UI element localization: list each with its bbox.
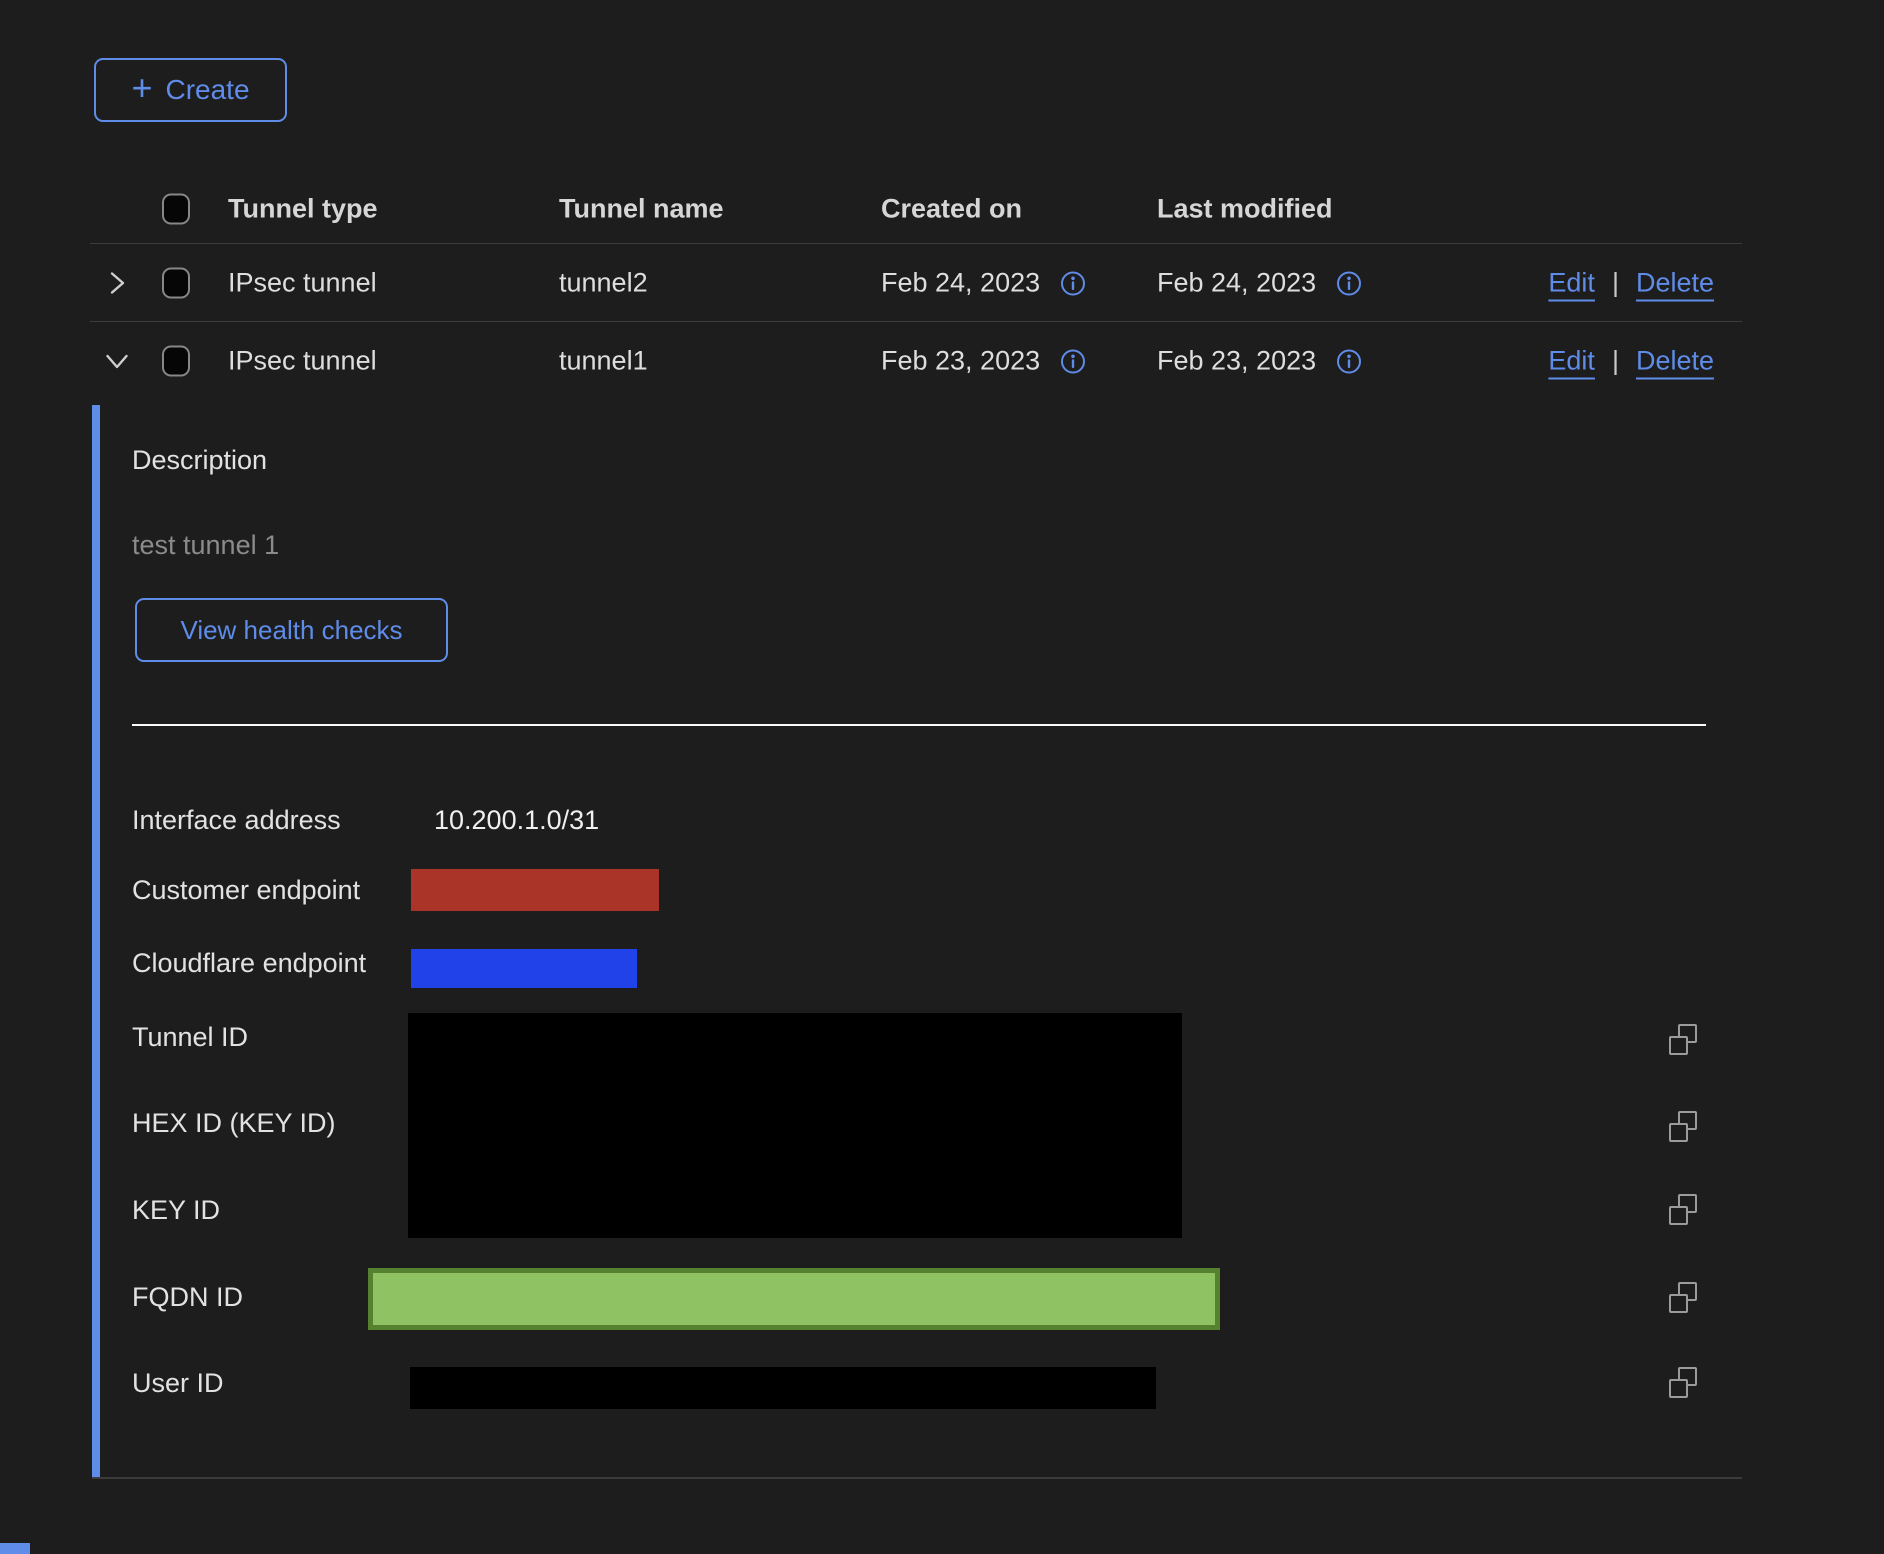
tunnels-page: + Create Tunnel type Tunnel name Created… [0,0,1884,1554]
created-on-value: Feb 23, 2023 [881,346,1040,377]
table-row-tunnel1: IPsec tunnel tunnel1 Feb 23, 2023 Feb 23… [90,322,1742,400]
header-last-modified: Last modified [1157,193,1333,224]
interface-address-value: 10.200.1.0/31 [434,803,599,837]
table-bottom-divider [92,1477,1742,1479]
copy-icon[interactable] [1666,1366,1700,1400]
copy-icon[interactable] [1666,1193,1700,1227]
copy-icon[interactable] [1666,1023,1700,1057]
view-health-checks-button[interactable]: View health checks [135,598,448,662]
created-on-value: Feb 24, 2023 [881,268,1040,299]
table-row-tunnel2: IPsec tunnel tunnel2 Feb 24, 2023 Feb 24… [90,245,1742,322]
edit-link[interactable]: Edit [1548,346,1595,377]
tunnel-id-label: Tunnel ID [132,1020,248,1054]
expanded-row-accent-bar [92,405,100,1478]
section-divider [132,724,1706,726]
create-button[interactable]: + Create [94,58,287,122]
last-modified-value: Feb 24, 2023 [1157,268,1316,299]
info-icon[interactable] [1060,270,1086,296]
edit-link[interactable]: Edit [1548,268,1595,299]
key-id-label: KEY ID [132,1193,220,1227]
bottom-left-accent [0,1543,30,1554]
user-id-label: User ID [132,1366,224,1400]
action-separator: | [1612,346,1619,377]
info-icon[interactable] [1336,348,1362,374]
description-value: test tunnel 1 [132,528,279,562]
row-checkbox[interactable] [162,346,190,377]
chevron-right-icon[interactable] [104,270,130,296]
customer-endpoint-label: Customer endpoint [132,873,360,907]
copy-icon[interactable] [1666,1281,1700,1315]
cloudflare-endpoint-redaction [411,949,637,988]
select-all-checkbox[interactable] [162,193,190,224]
copy-icon[interactable] [1666,1110,1700,1144]
create-button-label: Create [165,74,249,106]
tunnel-name-value: tunnel2 [559,268,648,299]
tunnel-type-value: IPsec tunnel [228,268,377,299]
chevron-down-icon[interactable] [104,348,130,374]
tunnel-type-value: IPsec tunnel [228,346,377,377]
delete-link[interactable]: Delete [1636,268,1714,299]
info-icon[interactable] [1336,270,1362,296]
fqdn-id-redaction [368,1268,1220,1330]
header-tunnel-type: Tunnel type [228,193,378,224]
row-checkbox[interactable] [162,268,190,299]
header-created-on: Created on [881,193,1022,224]
table-header-row: Tunnel type Tunnel name Created on Last … [90,174,1742,244]
cloudflare-endpoint-label: Cloudflare endpoint [132,946,366,980]
info-icon[interactable] [1060,348,1086,374]
delete-link[interactable]: Delete [1636,346,1714,377]
last-modified-value: Feb 23, 2023 [1157,346,1316,377]
tunnel-name-value: tunnel1 [559,346,648,377]
user-id-redaction [410,1367,1156,1409]
customer-endpoint-redaction [411,869,659,911]
interface-address-label: Interface address [132,803,341,837]
plus-icon: + [131,70,152,106]
fqdn-id-label: FQDN ID [132,1280,243,1314]
description-label: Description [132,443,267,477]
tunnel-detail-panel: Description test tunnel 1 View health ch… [90,400,1742,1478]
action-separator: | [1612,268,1619,299]
header-tunnel-name: Tunnel name [559,193,724,224]
ids-redaction-block [408,1013,1182,1238]
hex-id-label: HEX ID (KEY ID) [132,1106,336,1140]
